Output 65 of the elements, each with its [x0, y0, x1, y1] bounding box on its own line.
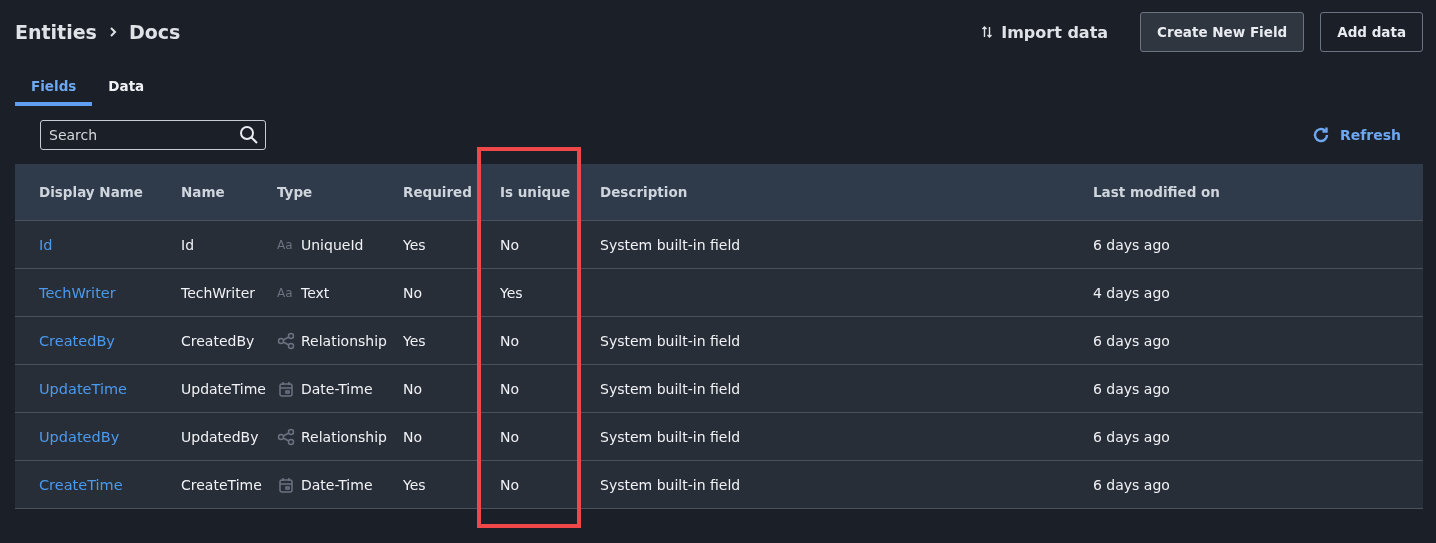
table-cell: No [403, 380, 423, 397]
table-cell: UpdatedBy [181, 428, 259, 445]
table-cell: 6 days ago [1093, 236, 1170, 253]
field-link[interactable]: UpdateTime [39, 380, 127, 397]
table-cell: Date-Time [301, 380, 373, 397]
breadcrumb-item[interactable]: Entities [15, 21, 97, 43]
table-cell: UniqueId [301, 236, 364, 253]
table-cell: No [500, 428, 520, 445]
search-field[interactable]: Search [40, 120, 266, 150]
table-cell: System built-in field [600, 236, 741, 253]
tab[interactable]: Fields [15, 72, 93, 106]
share-icon [277, 331, 295, 350]
table-cell: No [500, 476, 520, 493]
table-cell: Yes [403, 236, 426, 253]
table-cell: 6 days ago [1093, 380, 1170, 397]
column-header: Description [600, 164, 1093, 221]
calendar-icon [277, 475, 295, 494]
add-data-button[interactable]: Add data [1320, 12, 1423, 52]
share-icon [277, 427, 295, 446]
field-link[interactable]: CreatedBy [39, 332, 115, 349]
table-cell: Date-Time [301, 476, 373, 493]
calendar-icon [277, 379, 295, 398]
text-type-icon: Aa [277, 285, 295, 300]
table-cell: System built-in field [600, 428, 741, 445]
table-cell: System built-in field [600, 476, 741, 493]
table-cell: 6 days ago [1093, 332, 1170, 349]
table-cell: UpdateTime [181, 380, 266, 397]
import-data-button[interactable]: Import data [981, 22, 1109, 42]
text-type-icon: Aa [277, 237, 295, 252]
table-cell: No [500, 380, 520, 397]
column-header: Type [277, 164, 403, 221]
column-header: Display Name [15, 164, 181, 221]
search-icon [239, 125, 259, 145]
field-link[interactable]: UpdatedBy [39, 428, 120, 445]
field-link[interactable]: CreateTime [39, 476, 123, 493]
refresh-icon [1311, 126, 1330, 144]
table-cell: 6 days ago [1093, 428, 1170, 445]
column-header: Name [181, 164, 277, 221]
sort-arrows-icon [981, 25, 994, 39]
column-header: Required [403, 164, 500, 221]
table-cell: CreateTime [181, 476, 262, 493]
table-cell: Id [181, 236, 194, 253]
create-field-button[interactable]: Create New Field [1140, 12, 1305, 52]
table-cell: CreatedBy [181, 332, 255, 349]
refresh-button[interactable]: Refresh [1311, 126, 1401, 144]
table-cell: TechWriter [181, 284, 256, 301]
column-header: Last modified on [1093, 164, 1423, 221]
table-cell: Text [301, 284, 330, 301]
table-cell: No [403, 284, 423, 301]
table-cell: Relationship [301, 332, 387, 349]
tab[interactable]: Data [92, 72, 161, 106]
breadcrumb-item: Docs [128, 21, 181, 43]
table-cell: Relationship [301, 428, 387, 445]
field-link[interactable]: TechWriter [39, 284, 116, 301]
table-cell: Yes [403, 332, 426, 349]
table-cell: Yes [500, 284, 523, 301]
table-cell: No [403, 428, 423, 445]
table-cell: Yes [403, 476, 426, 493]
table-cell: 6 days ago [1093, 476, 1170, 493]
table-cell: System built-in field [600, 380, 741, 397]
field-link[interactable]: Id [39, 236, 53, 253]
table-cell: System built-in field [600, 332, 741, 349]
table-cell: No [500, 332, 520, 349]
table-cell: 4 days ago [1093, 284, 1170, 301]
table-cell: No [500, 236, 520, 253]
